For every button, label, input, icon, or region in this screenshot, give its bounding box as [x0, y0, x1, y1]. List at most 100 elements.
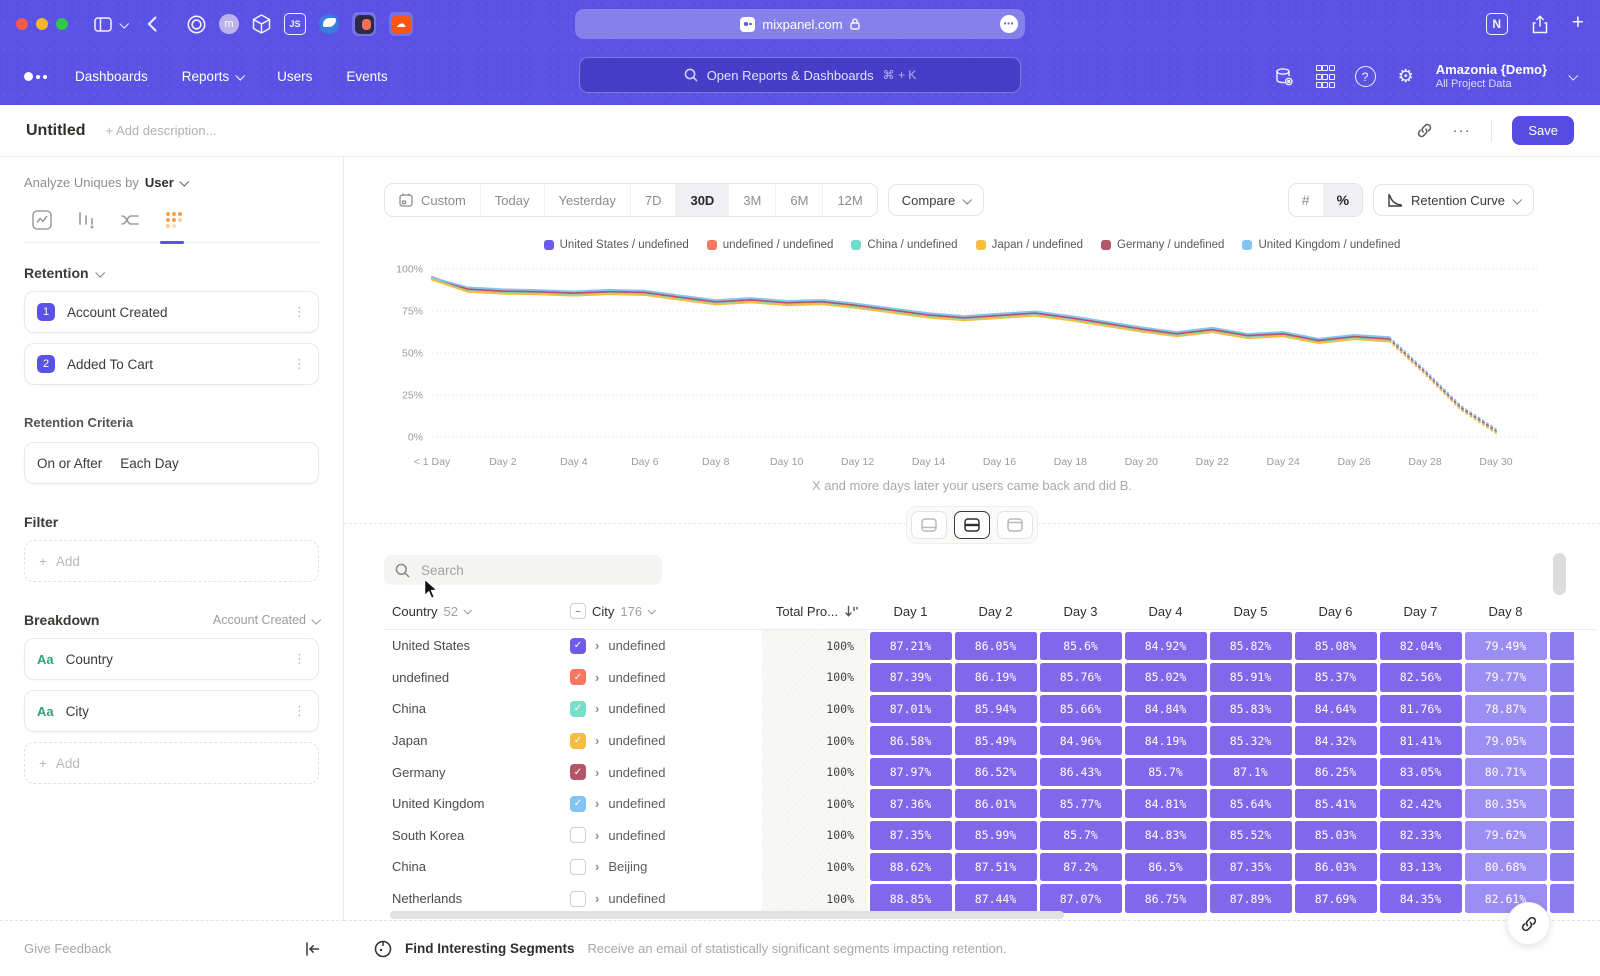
retention-step-card[interactable]: 1Account Created⋮	[24, 291, 319, 333]
retention-criteria-card[interactable]: On or After Each Day	[24, 442, 319, 484]
retention-value-cell[interactable]: 85.76%	[1040, 663, 1122, 692]
expand-row-icon[interactable]: ›	[595, 828, 599, 843]
column-header-day[interactable]: Day 7	[1378, 604, 1463, 619]
more-options-button[interactable]: ...	[1453, 119, 1472, 136]
retention-value-cell[interactable]: 85.77%	[1040, 789, 1122, 818]
retention-value-cell[interactable]: 85.64%	[1210, 789, 1292, 818]
back-icon[interactable]	[147, 16, 157, 32]
range-button-3m[interactable]: 3M	[728, 184, 775, 216]
nav-link-users[interactable]: Users	[277, 69, 312, 84]
sidebar-toggle-icon[interactable]	[94, 17, 112, 32]
kebab-menu-icon[interactable]: ⋮	[293, 703, 306, 719]
column-header-day[interactable]: Day 4	[1123, 604, 1208, 619]
retention-value-cell[interactable]: 87.35%	[870, 821, 952, 850]
nav-link-reports[interactable]: Reports	[182, 69, 243, 84]
tab-funnels[interactable]	[76, 210, 96, 230]
retention-value-cell[interactable]: 84.84%	[1125, 695, 1207, 724]
help-icon[interactable]: ?	[1355, 66, 1376, 87]
retention-value-cell[interactable]: 85.6%	[1040, 632, 1122, 661]
row-checkbox[interactable]	[570, 891, 586, 907]
retention-value-cell[interactable]: 87.35%	[1210, 853, 1292, 882]
kebab-menu-icon[interactable]: ⋮	[293, 651, 306, 667]
retention-value-cell[interactable]: 82.56%	[1380, 663, 1462, 692]
analyze-uniques-value[interactable]: User	[145, 175, 174, 190]
expand-row-icon[interactable]: ›	[595, 638, 599, 653]
retention-value-cell[interactable]: 85.08%	[1295, 632, 1377, 661]
column-header-day[interactable]: Day 5	[1208, 604, 1293, 619]
soundcloud-extension-icon[interactable]: ☁	[389, 12, 413, 36]
vertical-scrollbar[interactable]	[1553, 553, 1566, 595]
cube-extension-icon[interactable]	[252, 14, 271, 34]
retention-value-cell[interactable]: 80.35%	[1465, 789, 1547, 818]
retention-value-cell[interactable]: 84.19%	[1125, 726, 1207, 755]
legend-item[interactable]: China / undefined	[851, 239, 957, 251]
table-search-input[interactable]	[419, 562, 643, 579]
retention-value-cell[interactable]: 84.81%	[1125, 789, 1207, 818]
breakdown-event-dropdown[interactable]: Account Created	[213, 613, 319, 627]
retention-value-cell[interactable]: 83.05%	[1380, 758, 1462, 787]
retention-value-cell[interactable]: 82.42%	[1380, 789, 1462, 818]
table-row[interactable]: China›Beijing100%88.62%87.51%87.2%86.5%8…	[384, 851, 1596, 883]
column-header-total[interactable]: Total Pro...	[762, 604, 868, 619]
retention-value-cell[interactable]: 80.68%	[1465, 853, 1547, 882]
retention-value-cell[interactable]: 85.91%	[1210, 663, 1292, 692]
retention-value-cell[interactable]: 87.1%	[1210, 758, 1292, 787]
legend-item[interactable]: undefined / undefined	[707, 239, 834, 251]
expand-row-icon[interactable]: ›	[595, 859, 599, 874]
breakdown-card[interactable]: AaCountry⋮	[24, 638, 319, 680]
url-bar[interactable]: mixpanel.com •••	[575, 9, 1025, 39]
expand-row-icon[interactable]: ›	[595, 891, 599, 906]
retention-value-cell[interactable]: 79.62%	[1465, 821, 1547, 850]
table-row[interactable]: undefined✓›undefined100%87.39%86.19%85.7…	[384, 662, 1596, 694]
share-link-fab[interactable]	[1507, 902, 1550, 945]
tab-flows[interactable]	[120, 210, 140, 230]
apps-grid-icon[interactable]	[1316, 65, 1333, 88]
retention-value-cell[interactable]: 87.01%	[870, 695, 952, 724]
column-header-day[interactable]: Day 8	[1463, 604, 1548, 619]
table-row[interactable]: United Kingdom✓›undefined100%87.36%86.01…	[384, 788, 1596, 820]
retention-value-cell[interactable]: 85.7%	[1125, 758, 1207, 787]
expand-row-icon[interactable]: ›	[595, 701, 599, 716]
retention-value-cell[interactable]: 83.13%	[1380, 853, 1462, 882]
kebab-menu-icon[interactable]: ⋮	[293, 304, 306, 320]
retention-value-cell[interactable]: 86.25%	[1295, 758, 1377, 787]
js-extension-icon[interactable]: JS	[284, 13, 306, 35]
expand-row-icon[interactable]: ›	[595, 733, 599, 748]
retention-value-cell[interactable]: 87.69%	[1295, 884, 1377, 913]
retention-value-cell[interactable]: 86.52%	[955, 758, 1037, 787]
horizontal-scrollbar[interactable]	[390, 911, 1064, 919]
retention-value-cell[interactable]: 79.77%	[1465, 663, 1547, 692]
format-percent-button[interactable]: %	[1323, 184, 1362, 216]
range-button-12m[interactable]: 12M	[822, 184, 876, 216]
retention-value-cell[interactable]: 85.37%	[1295, 663, 1377, 692]
mixpanel-extension-icon[interactable]	[352, 12, 376, 36]
add-filter-button[interactable]: +Add	[24, 540, 319, 582]
retention-value-cell[interactable]: 84.92%	[1125, 632, 1207, 661]
new-tab-icon[interactable]: +	[1572, 11, 1584, 35]
retention-value-cell[interactable]: 84.64%	[1295, 695, 1377, 724]
row-checkbox[interactable]: ✓	[570, 796, 586, 812]
find-segments-title[interactable]: Find Interesting Segments	[405, 941, 575, 956]
table-row[interactable]: United States✓›undefined100%87.21%86.05%…	[384, 630, 1596, 662]
retention-value-cell[interactable]: 86.03%	[1295, 853, 1377, 882]
range-button-today[interactable]: Today	[480, 184, 544, 216]
retention-value-cell[interactable]: 87.51%	[955, 853, 1037, 882]
retention-value-cell[interactable]: 84.32%	[1295, 726, 1377, 755]
retention-value-cell[interactable]: 87.97%	[870, 758, 952, 787]
range-button-6m[interactable]: 6M	[775, 184, 822, 216]
minimize-window-button[interactable]	[36, 18, 48, 30]
retention-value-cell[interactable]: 86.05%	[955, 632, 1037, 661]
retention-chart-svg[interactable]: 0%25%50%75%100%< 1 DayDay 2Day 4Day 6Day…	[384, 257, 1560, 471]
expand-row-icon[interactable]: ›	[595, 796, 599, 811]
nav-link-dashboards[interactable]: Dashboards	[75, 69, 148, 84]
table-only-view-button[interactable]	[997, 511, 1033, 539]
url-more-button[interactable]: •••	[1000, 15, 1018, 33]
retention-value-cell[interactable]: 81.41%	[1380, 726, 1462, 755]
retention-step-card[interactable]: 2Added To Cart⋮	[24, 343, 319, 385]
tab-retention[interactable]	[164, 210, 184, 230]
retention-value-cell[interactable]: 84.83%	[1125, 821, 1207, 850]
retention-value-cell[interactable]: 86.19%	[955, 663, 1037, 692]
retention-value-cell[interactable]: 87.07%	[1040, 884, 1122, 913]
retention-value-cell[interactable]: 79.49%	[1465, 632, 1547, 661]
m-extension-icon[interactable]: m	[219, 14, 239, 34]
